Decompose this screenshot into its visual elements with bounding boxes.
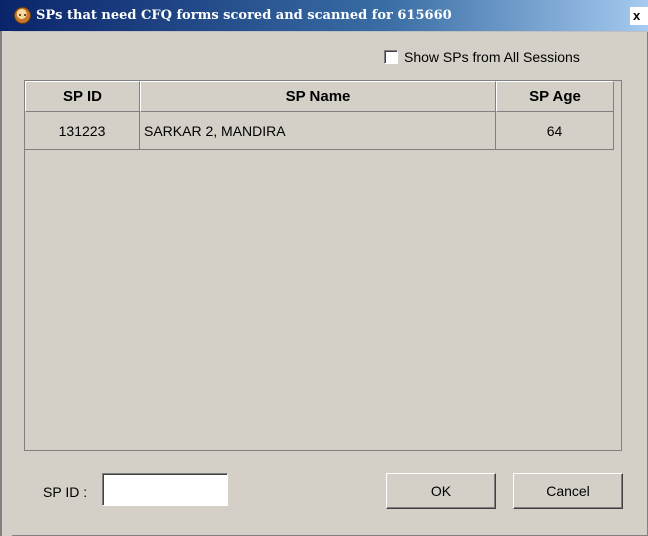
window-title: SPs that need CFQ forms scored and scann… [36,8,452,23]
sp-id-label: SP ID : [43,484,88,500]
table-cell-sp-age[interactable]: 64 [496,112,614,150]
show-all-sessions-option[interactable]: Show SPs from All Sessions [384,49,580,65]
window-left-frame [0,31,12,536]
table-cell-sp-id[interactable]: 131223 [25,112,140,150]
show-all-sessions-checkbox[interactable] [384,50,398,64]
sp-id-input[interactable] [102,473,228,506]
table-cell-sp-name[interactable]: SARKAR 2, MANDIRA [140,112,496,150]
title-bar[interactable]: SPs that need CFQ forms scored and scann… [0,0,648,32]
column-header-sp-age[interactable]: SP Age [496,81,614,112]
show-all-sessions-label[interactable]: Show SPs from All Sessions [404,49,580,65]
column-header-sp-id[interactable]: SP ID [25,81,140,112]
cancel-button[interactable]: Cancel [513,473,623,509]
close-button[interactable]: x [630,7,648,25]
app-face-icon [14,7,31,24]
column-header-sp-name[interactable]: SP Name [140,81,496,112]
dialog-window: SPs that need CFQ forms scored and scann… [0,0,648,536]
sp-table: SP ID SP Name SP Age 131223 SARKAR 2, MA… [24,80,622,451]
ok-button[interactable]: OK [386,473,496,509]
